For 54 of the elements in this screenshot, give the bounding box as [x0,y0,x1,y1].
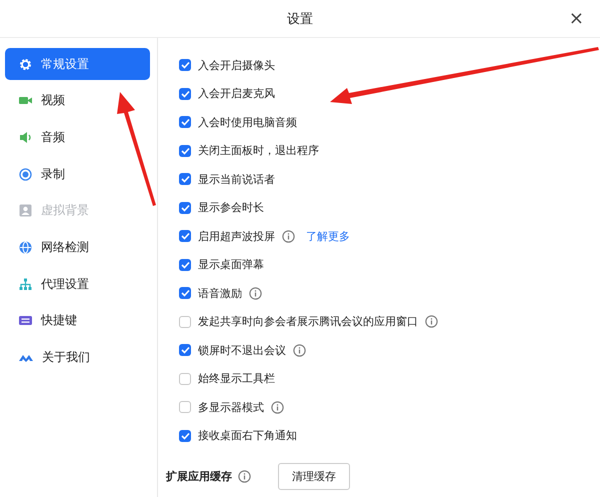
info-icon[interactable] [271,400,284,414]
close-button[interactable]: × [564,8,588,29]
checkbox[interactable] [179,173,191,186]
globe-icon [19,240,32,254]
checkbox[interactable] [179,258,191,271]
checkbox[interactable] [179,287,191,300]
option-label: 启用超声波投屏 [198,228,275,244]
learn-more-link[interactable]: 了解更多 [306,228,350,244]
sidebar-item[interactable]: 快捷键 [5,304,150,337]
speaker-icon [19,130,32,144]
clear-cache-button[interactable]: 清理缓存 [278,463,350,490]
option-label: 显示参会时长 [198,200,264,216]
checkbox[interactable] [179,144,191,157]
option-label: 语音激励 [198,286,242,301]
sidebar-item[interactable]: 网络检测 [5,231,150,264]
person-icon [19,204,32,218]
checkbox[interactable] [179,401,191,414]
option-label: 显示桌面弹幕 [198,257,264,272]
checkbox[interactable] [179,88,191,100]
checkbox[interactable] [179,344,191,356]
checkbox[interactable] [179,116,191,128]
sidebar-item[interactable]: 常规设置 [5,48,150,80]
option-label: 入会开启麦克风 [198,86,275,102]
keyboard-icon [19,314,32,328]
option-label: 发起共享时向参会者展示腾讯会议的应用窗口 [198,314,418,330]
sidebar-item[interactable]: 关于我们 [5,342,150,374]
checkbox[interactable] [179,202,191,214]
sidebar-item[interactable]: 代理设置 [5,268,150,300]
checkbox[interactable] [179,316,191,328]
option-label: 关闭主面板时，退出程序 [198,143,319,158]
info-icon[interactable] [238,470,251,483]
cache-label: 扩展应用缓存 [166,469,232,484]
option-label: 多显示器模式 [198,400,264,415]
gear-icon [19,58,32,70]
network-icon [19,278,32,291]
sidebar-item[interactable]: 音频 [5,121,150,154]
option-label: 显示当前说话者 [198,172,275,187]
option-label: 入会时使用电脑音频 [198,114,297,130]
record-icon [19,168,32,181]
info-icon[interactable] [282,230,295,243]
checkbox[interactable] [179,430,191,442]
checkbox[interactable] [179,230,191,242]
info-icon[interactable] [425,315,438,328]
checkbox[interactable] [179,59,191,72]
window-title: 设置 [287,10,313,28]
info-icon[interactable] [249,286,262,300]
option-label: 入会开启摄像头 [198,58,275,73]
sidebar-item[interactable]: 视频 [5,84,150,117]
info-icon[interactable] [293,344,306,357]
option-label: 始终显示工具栏 [198,371,275,386]
checkbox[interactable] [179,372,191,385]
sidebar-item[interactable]: 录制 [5,158,150,190]
option-label: 锁屏时不退出会议 [198,342,286,358]
option-label: 接收桌面右下角通知 [198,428,297,444]
